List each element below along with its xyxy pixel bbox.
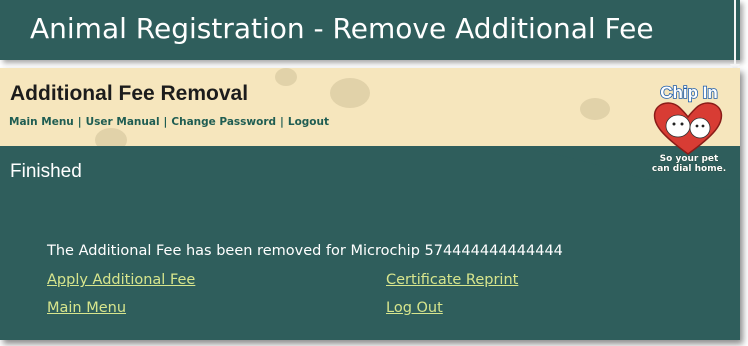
logo-tagline-2: can dial home.	[652, 164, 726, 172]
nav-logout[interactable]: Logout	[288, 116, 329, 128]
dog-face-icon	[665, 114, 691, 138]
confirmation-message: The Additional Fee has been removed for …	[47, 243, 563, 259]
page-title: Additional Fee Removal	[10, 82, 249, 105]
certificate-reprint-link[interactable]: Certificate Reprint	[386, 272, 518, 288]
logo-tagline-1: So your pet	[660, 154, 719, 164]
nav-change-password[interactable]: Change Password	[171, 116, 276, 128]
logo-text: Chip In	[660, 83, 718, 102]
apply-additional-fee-link[interactable]: Apply Additional Fee	[47, 272, 195, 288]
top-nav: Main Menu | User Manual | Change Password | Lo…	[9, 116, 330, 128]
nav-main-menu[interactable]: Main Menu	[9, 116, 74, 128]
main-menu-link[interactable]: Main Menu	[47, 300, 126, 316]
main-panel: Additional Fee Removal Main Menu | User Ma…	[0, 68, 740, 340]
nav-user-manual[interactable]: User Manual	[86, 116, 160, 128]
status-heading: Finished	[10, 161, 82, 182]
chip-in-logo: Chip In So your pet can dial home.	[652, 82, 727, 172]
cat-face-icon	[689, 117, 711, 139]
window-title-banner: Animal Registration - Remove Additional …	[0, 0, 740, 60]
window-title: Animal Registration - Remove Additional …	[30, 12, 654, 45]
connector-line	[734, 0, 736, 68]
log-out-link[interactable]: Log Out	[386, 300, 443, 316]
